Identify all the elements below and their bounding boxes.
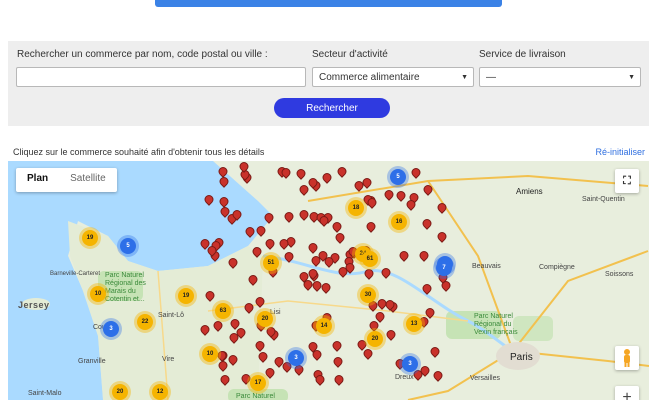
- marker-cluster[interactable]: 20: [112, 384, 128, 400]
- place-saint-quentin: Saint-Quentin: [582, 196, 625, 203]
- marker-cluster[interactable]: 22: [137, 314, 153, 330]
- marker-cluster[interactable]: 12: [152, 384, 168, 400]
- marker-cluster[interactable]: 18: [348, 200, 364, 216]
- map-instruction: Cliquez sur le commerce souhaité afin d'…: [13, 147, 265, 157]
- zoom-in-button[interactable]: +: [615, 386, 639, 400]
- place-jersey: Jersey: [18, 300, 50, 310]
- place-amiens: Amiens: [516, 187, 543, 196]
- name-search-label: Rechercher un commerce par nom, code pos…: [17, 49, 268, 60]
- marker-cluster[interactable]: 3: [288, 350, 304, 366]
- place-compiegne: Compiègne: [539, 264, 575, 271]
- marker-cluster[interactable]: 61: [362, 251, 378, 267]
- marker-cluster[interactable]: 20: [367, 331, 383, 347]
- place-saint-malo: Saint-Malo: [28, 390, 62, 397]
- marker-cluster[interactable]: 20: [257, 311, 273, 327]
- place-dreux: Dreux: [395, 374, 414, 381]
- map-view[interactable]: Plan Satellite ⛶ + Amiens Saint-Quentin …: [8, 161, 649, 400]
- marker-cluster[interactable]: 19: [178, 288, 194, 304]
- marker-cluster[interactable]: 7: [436, 260, 452, 276]
- reset-link[interactable]: Ré-initialiser: [595, 147, 645, 157]
- marker-cluster[interactable]: 16: [391, 214, 407, 230]
- map-type-toggle: Plan Satellite: [16, 168, 117, 192]
- sector-label: Secteur d'activité: [312, 49, 388, 60]
- sector-select-value: Commerce alimentaire: [319, 72, 420, 83]
- chevron-down-icon: ▼: [628, 74, 635, 81]
- map-type-satellite[interactable]: Satellite: [59, 168, 117, 192]
- map-type-plan[interactable]: Plan: [16, 168, 59, 192]
- place-saint-lo: Saint-Lô: [158, 312, 185, 319]
- place-granville: Granville: [78, 358, 106, 365]
- place-barneville: Barneville-Carteret: [50, 271, 101, 277]
- marker-cluster[interactable]: 63: [215, 303, 231, 319]
- marker-cluster[interactable]: 5: [120, 238, 136, 254]
- marker-cluster[interactable]: 3: [402, 356, 418, 372]
- place-paris: Paris: [510, 352, 533, 363]
- delivery-label: Service de livraison: [479, 49, 566, 60]
- place-soissons: Soissons: [605, 271, 634, 278]
- marker-cluster[interactable]: 17: [250, 375, 266, 391]
- marker-cluster[interactable]: 14: [316, 318, 332, 334]
- pegman-graphic: [624, 349, 630, 367]
- marker-cluster[interactable]: 10: [202, 346, 218, 362]
- search-button[interactable]: Rechercher: [274, 98, 390, 118]
- marker-cluster[interactable]: 3: [103, 321, 119, 337]
- delivery-select-value: —: [486, 72, 496, 83]
- place-versailles: Versailles: [470, 375, 500, 382]
- name-search-input[interactable]: [16, 67, 306, 87]
- place-parc-bottom: Parc Naturel: [236, 393, 275, 400]
- marker-cluster[interactable]: 5: [390, 169, 406, 185]
- place-parc-vexin: Parc Naturel Régional du Vexin français: [474, 313, 518, 336]
- fullscreen-icon[interactable]: ⛶: [615, 169, 639, 193]
- top-banner-bar: [155, 0, 502, 7]
- marker-cluster[interactable]: 10: [90, 286, 106, 302]
- place-vire: Vire: [162, 356, 175, 363]
- chevron-down-icon: ▼: [461, 74, 468, 81]
- marker-cluster[interactable]: 19: [82, 230, 98, 246]
- place-beauvais: Beauvais: [472, 263, 501, 270]
- search-panel: Rechercher un commerce par nom, code pos…: [8, 41, 649, 126]
- place-parc-marais: Parc Naturel Régional des Marais du Cote…: [105, 272, 146, 303]
- street-view-pegman-icon[interactable]: [615, 346, 639, 370]
- delivery-select[interactable]: — ▼: [479, 67, 641, 87]
- marker-cluster[interactable]: 51: [263, 255, 279, 271]
- marker-cluster[interactable]: 30: [360, 287, 376, 303]
- sector-select[interactable]: Commerce alimentaire ▼: [312, 67, 474, 87]
- marker-cluster[interactable]: 13: [406, 316, 422, 332]
